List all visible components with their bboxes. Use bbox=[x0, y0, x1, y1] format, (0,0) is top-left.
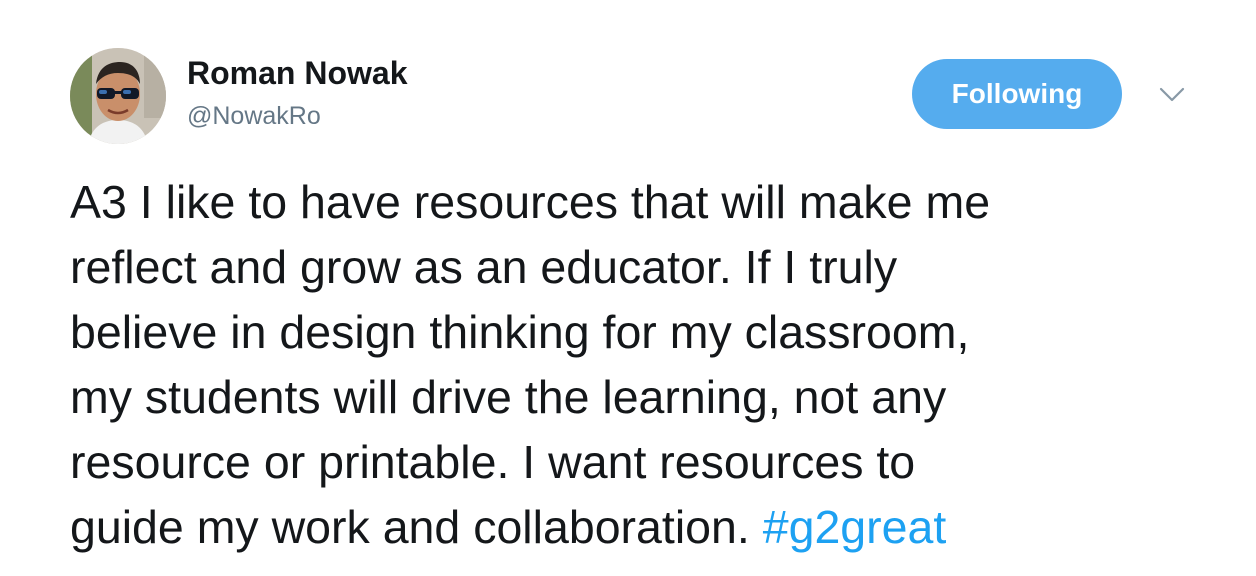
tweet-line-text: guide my work and collaboration. bbox=[70, 501, 763, 553]
tweet-card: Roman Nowak @NowakRo Following A3 I like… bbox=[0, 0, 1256, 576]
following-button[interactable]: Following bbox=[912, 59, 1122, 129]
hashtag-link[interactable]: #g2great bbox=[763, 501, 947, 553]
tweet-line: my students will drive the learning, not… bbox=[70, 371, 947, 423]
author-avatar[interactable] bbox=[70, 48, 166, 144]
tweet-line: reflect and grow as an educator. If I tr… bbox=[70, 241, 898, 293]
author-name[interactable]: Roman Nowak bbox=[187, 55, 407, 92]
tweet-line: believe in design thinking for my classr… bbox=[70, 306, 970, 358]
tweet-line: A3 I like to have resources that will ma… bbox=[70, 176, 991, 228]
tweet-line: resource or printable. I want resources … bbox=[70, 436, 916, 488]
tweet-text: A3 I like to have resources that will ma… bbox=[70, 170, 1200, 560]
tweet-line-last: guide my work and collaboration. #g2grea… bbox=[70, 495, 1200, 560]
avatar-photo bbox=[70, 48, 166, 144]
chevron-down-icon[interactable] bbox=[1156, 82, 1188, 106]
author-handle[interactable]: @NowakRo bbox=[187, 102, 321, 131]
